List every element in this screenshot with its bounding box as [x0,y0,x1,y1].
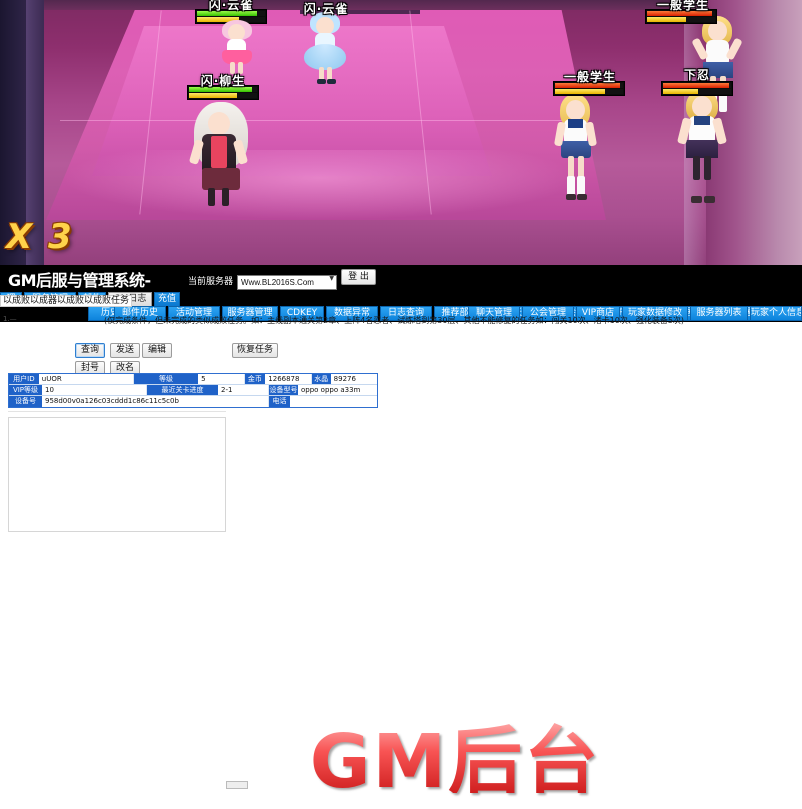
table-row: 设备号 958d00v0a126c03cddd1c86c11c5c0b 电话 [9,396,377,407]
server-select[interactable]: Www.BL2016S.Com [237,275,338,290]
player-info-grid: 用户ID uUOR 等级 5 金币 1266878 水晶 89276 VIP等级… [8,373,378,408]
character-nameplate: 下忍 [660,66,734,83]
character-name-label: 一般学生 [563,70,616,84]
game-character[interactable] [548,92,608,222]
game-character[interactable] [672,88,738,223]
character-name-label: 闪·柳生 [200,74,246,88]
field-label-crystal: 水晶 [311,374,332,384]
gm-watermark-logo: GM后台 [272,717,638,805]
page-title: GM后服与管理系统- [8,271,151,290]
gm-admin-panel: GM后服与管理系统- 当前服务器 Www.BL2016S.Com ▼ 登 出 理… [0,265,802,805]
field-label-gold: 金币 [244,374,267,384]
content-divider [8,411,226,412]
restore-task-button[interactable]: 恢复任务 [232,343,279,358]
character-nameplate: 闪·柳生 [186,72,260,89]
overlap-note: 以成败以成器以成败以成败任务 [0,295,133,307]
log-output-textarea[interactable] [8,417,226,532]
field-value-progress[interactable]: 2-1 [219,385,269,395]
character-name-label: 闪·云雀 [208,0,254,12]
field-value-device[interactable]: oppo oppo a33m [299,385,377,395]
character-name-label: 一般学生 [656,0,709,12]
field-value-deviceid[interactable]: 958d00v0a126c03cddd1c86c11c5c0b [43,396,269,407]
character-name-label: 下忍 [683,68,710,82]
combo-counter: X 3 [6,217,74,257]
field-label-device: 设备型号 [269,385,299,395]
floor-line [60,120,580,121]
floor-glow [60,150,580,220]
game-character[interactable] [212,18,262,78]
send-button[interactable]: 发送 [110,343,140,358]
edit-button[interactable]: 编辑 [142,343,172,358]
action-button-bar: 查询 发送 编辑 封号 改名 恢复任务 [0,337,802,426]
field-label-level: 等级 [133,374,200,384]
query-button[interactable]: 查询 [75,343,105,358]
hint-marker: 1.— [3,315,17,323]
tab-recharge[interactable]: 充值 [154,292,180,307]
field-value-crystal[interactable]: 89276 [331,374,377,384]
field-value-userid[interactable]: uUOR [39,374,134,384]
field-value-phone[interactable] [291,396,377,407]
tab-player-info-2[interactable]: 玩家个人信息 [750,306,802,321]
game-character[interactable] [178,96,288,211]
field-value-level[interactable]: 5 [199,374,245,384]
field-label-deviceid: 设备号 [9,396,43,407]
table-row: VIP等级 10 最近关卡进度 2-1 设备型号 oppo oppo a33m [9,385,377,396]
character-nameplate: 一般学生 [640,0,726,13]
server-selector[interactable]: 当前服务器 Www.BL2016S.Com ▼ [188,270,338,290]
field-value-vip[interactable]: 10 [43,385,147,395]
field-label-phone: 电话 [269,396,291,407]
table-row: 用户ID uUOR 等级 5 金币 1266878 水晶 89276 [9,374,377,385]
logout-button[interactable]: 登 出 [341,269,376,285]
game-character[interactable]: 闪·云雀 [296,2,356,88]
field-label-vip: VIP等级 [9,385,43,395]
server-label: 当前服务器 [188,276,234,287]
character-nameplate: 闪·云雀 [194,0,268,13]
game-viewport: 闪·云雀 闪·云雀 闪·柳生 一般学生 一般学生 下忍 X 3 [0,0,802,265]
field-label-progress: 最近关卡进度 [147,385,219,395]
character-nameplate: 一般学生 [540,68,640,85]
scroll-stub[interactable] [226,781,248,789]
tab-server-list-2[interactable]: 服务器列表 [690,306,748,321]
field-label-userid: 用户ID [9,374,40,384]
field-value-gold[interactable]: 1266878 [266,374,312,384]
hint-text: (仅完成条件，但未完成的类似成败任务。如：主线副本通关第2章、上阵4名忍者、试炼… [104,316,685,325]
gm-header: GM后服与管理系统- 当前服务器 Www.BL2016S.Com ▼ 登 出 [0,265,802,292]
